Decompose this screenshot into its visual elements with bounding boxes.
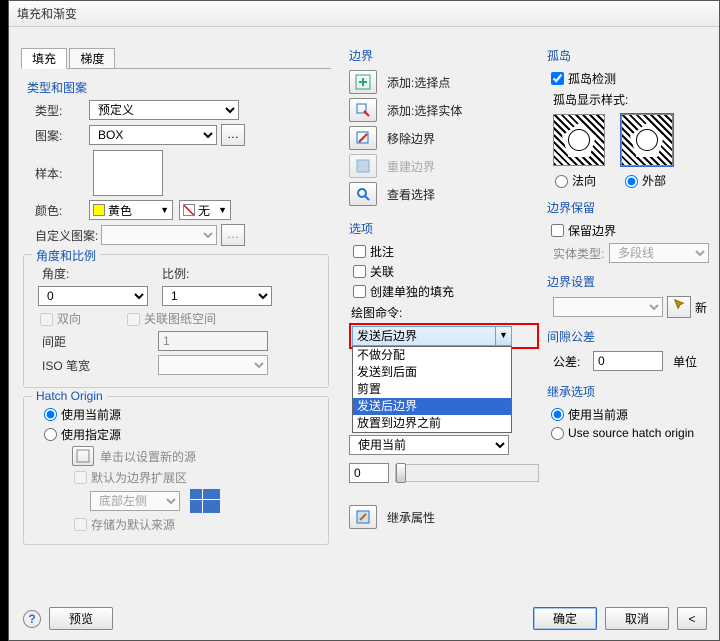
draworder-opt-0[interactable]: 不做分配 [353, 347, 511, 364]
color-select[interactable]: 黄色 ▼ [89, 200, 173, 220]
island-outer-radio[interactable]: 外部 [623, 172, 666, 189]
pattern-browse-button[interactable]: … [221, 124, 245, 146]
spacing-label: 间距 [28, 333, 88, 350]
transparency-slider[interactable] [395, 464, 539, 482]
iso-select [158, 355, 268, 375]
double-checkbox: 双向 [38, 310, 81, 327]
corner-select: 底部左侧 [90, 491, 180, 511]
transparency-input[interactable] [349, 463, 389, 483]
tolerance-input[interactable] [593, 351, 663, 371]
color-swatch-icon [93, 204, 105, 216]
draworder-label: 绘图命令: [351, 304, 539, 321]
ok-button[interactable]: 确定 [533, 607, 597, 630]
view-selection-button[interactable] [349, 182, 377, 206]
spacing-input [158, 331, 268, 351]
section-options: 选项 [349, 220, 539, 237]
sample-label: 样本: [21, 165, 89, 182]
section-retain: 边界保留 [547, 199, 720, 216]
scale-label: 比例: [148, 265, 208, 282]
section-type-pattern: 类型和图案 [27, 79, 331, 96]
section-gap: 间隙公差 [547, 328, 720, 345]
inherit-source-radio[interactable] [551, 427, 564, 440]
dialog-window: 填充和渐变 填充 梯度 类型和图案 类型: 预定义 图案: BOX … 样本: [8, 0, 720, 641]
draworder-combo[interactable]: 发送后边界 ▼ 不做分配 发送到后面 剪置 发送后边界 放置到边界之前 [352, 326, 512, 346]
chevron-down-icon: ▼ [495, 327, 511, 345]
draworder-opt-4[interactable]: 放置到边界之前 [353, 415, 511, 432]
custom-label: 自定义图案: [21, 227, 101, 244]
annot-checkbox[interactable] [353, 245, 366, 258]
origin-specified-radio[interactable] [44, 428, 57, 441]
color-label: 颜色: [21, 202, 89, 219]
titlebar: 填充和渐变 [9, 1, 719, 27]
draworder-opt-3[interactable]: 发送后边界 [353, 398, 511, 415]
pattern-label: 图案: [21, 127, 89, 144]
origin-diagram-icon [190, 489, 220, 513]
assoc-checkbox[interactable] [353, 265, 366, 278]
collapse-button[interactable]: < [677, 607, 707, 630]
inherit-current-radio[interactable] [551, 408, 564, 421]
type-select[interactable]: 预定义 [89, 100, 239, 120]
fieldset-angle-scale: 角度和比例 角度: 比例: 0 1 双向 关联图纸空间 间距 [23, 254, 329, 388]
iso-label: ISO 笔宽 [28, 357, 98, 374]
remove-boundary-button[interactable] [349, 126, 377, 150]
retain-type-select: 多段线 [609, 243, 709, 263]
store-default-checkbox [74, 518, 87, 531]
retain-checkbox[interactable] [551, 224, 564, 237]
island-normal-radio[interactable]: 法向 [553, 172, 623, 189]
tab-fill[interactable]: 填充 [21, 48, 67, 69]
section-boundary: 边界 [349, 47, 539, 64]
sample-preview[interactable] [93, 150, 163, 196]
footer: ? 预览 确定 取消 < [9, 607, 719, 630]
bset-select [553, 297, 663, 317]
origin-current-radio[interactable] [44, 408, 57, 421]
pick-origin-button [72, 446, 94, 466]
section-bset: 边界设置 [547, 273, 720, 290]
separate-checkbox[interactable] [353, 285, 366, 298]
angle-label: 角度: [28, 265, 88, 282]
island-detect-checkbox[interactable] [551, 72, 564, 85]
default-ext-checkbox [74, 471, 87, 484]
layer-select[interactable]: 使用当前 [349, 435, 509, 455]
island-outer-icon[interactable] [621, 114, 673, 166]
section-inherit: 继承选项 [547, 383, 720, 400]
window-title: 填充和渐变 [17, 7, 77, 21]
draworder-highlight: 发送后边界 ▼ 不做分配 发送到后面 剪置 发送后边界 放置到边界之前 [349, 323, 539, 349]
none-swatch-icon [183, 204, 195, 216]
angle-select[interactable]: 0 [38, 286, 148, 306]
cancel-button[interactable]: 取消 [605, 607, 669, 630]
paper-checkbox: 关联图纸空间 [125, 310, 216, 327]
island-normal-icon[interactable] [553, 114, 605, 166]
draworder-dropdown: 不做分配 发送到后面 剪置 发送后边界 放置到边界之前 [352, 346, 512, 433]
draworder-opt-2[interactable]: 剪置 [353, 381, 511, 398]
scale-select[interactable]: 1 [162, 286, 272, 306]
color-none-select[interactable]: 无 ▼ [179, 200, 231, 220]
bset-pick-button[interactable] [667, 296, 691, 318]
fieldset-hatch-origin: Hatch Origin 使用当前源 使用指定源 单击以设置新的源 默认为边界扩… [23, 396, 329, 545]
preview-button[interactable]: 预览 [49, 607, 113, 630]
help-button[interactable]: ? [23, 610, 41, 628]
draworder-opt-1[interactable]: 发送到后面 [353, 364, 511, 381]
section-islands: 孤岛 [547, 47, 720, 64]
type-label: 类型: [21, 102, 89, 119]
pattern-select[interactable]: BOX [89, 125, 217, 145]
add-select-button[interactable] [349, 98, 377, 122]
add-pick-button[interactable] [349, 70, 377, 94]
custom-select [101, 225, 217, 245]
tab-strip: 填充 梯度 [21, 47, 331, 69]
rebuild-boundary-button [349, 154, 377, 178]
island-style-label: 孤岛显示样式: [553, 91, 720, 108]
custom-browse-button: … [221, 224, 245, 246]
tab-gradient[interactable]: 梯度 [69, 48, 115, 69]
inherit-props-button[interactable] [349, 505, 377, 529]
